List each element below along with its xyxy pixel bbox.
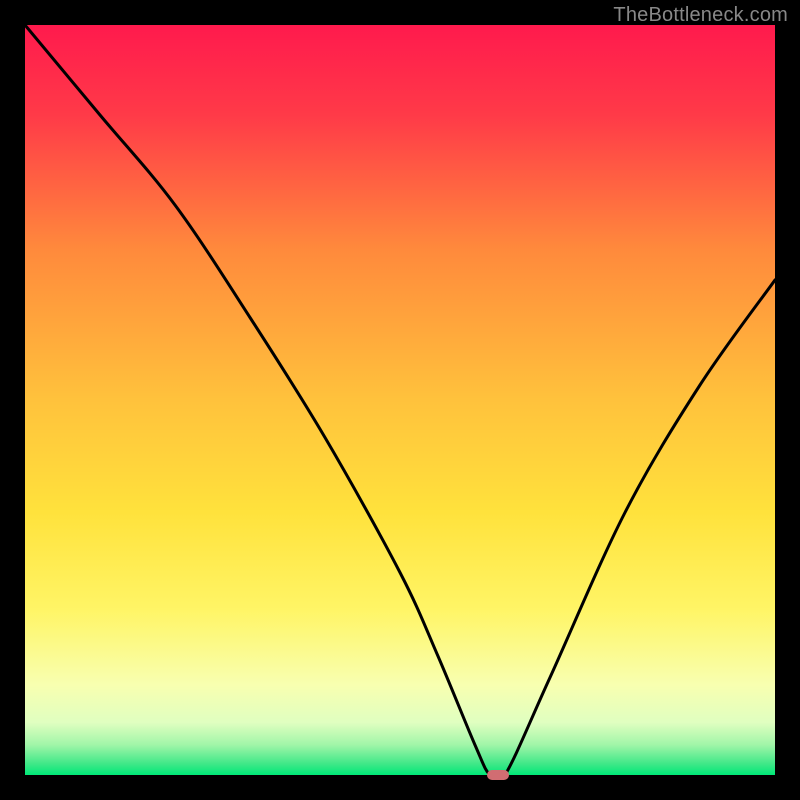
optimal-point-marker [487, 770, 509, 780]
chart-area [25, 25, 775, 775]
chart-curve-layer [25, 25, 775, 775]
watermark-text: TheBottleneck.com [613, 4, 788, 27]
bottleneck-curve [25, 25, 775, 775]
